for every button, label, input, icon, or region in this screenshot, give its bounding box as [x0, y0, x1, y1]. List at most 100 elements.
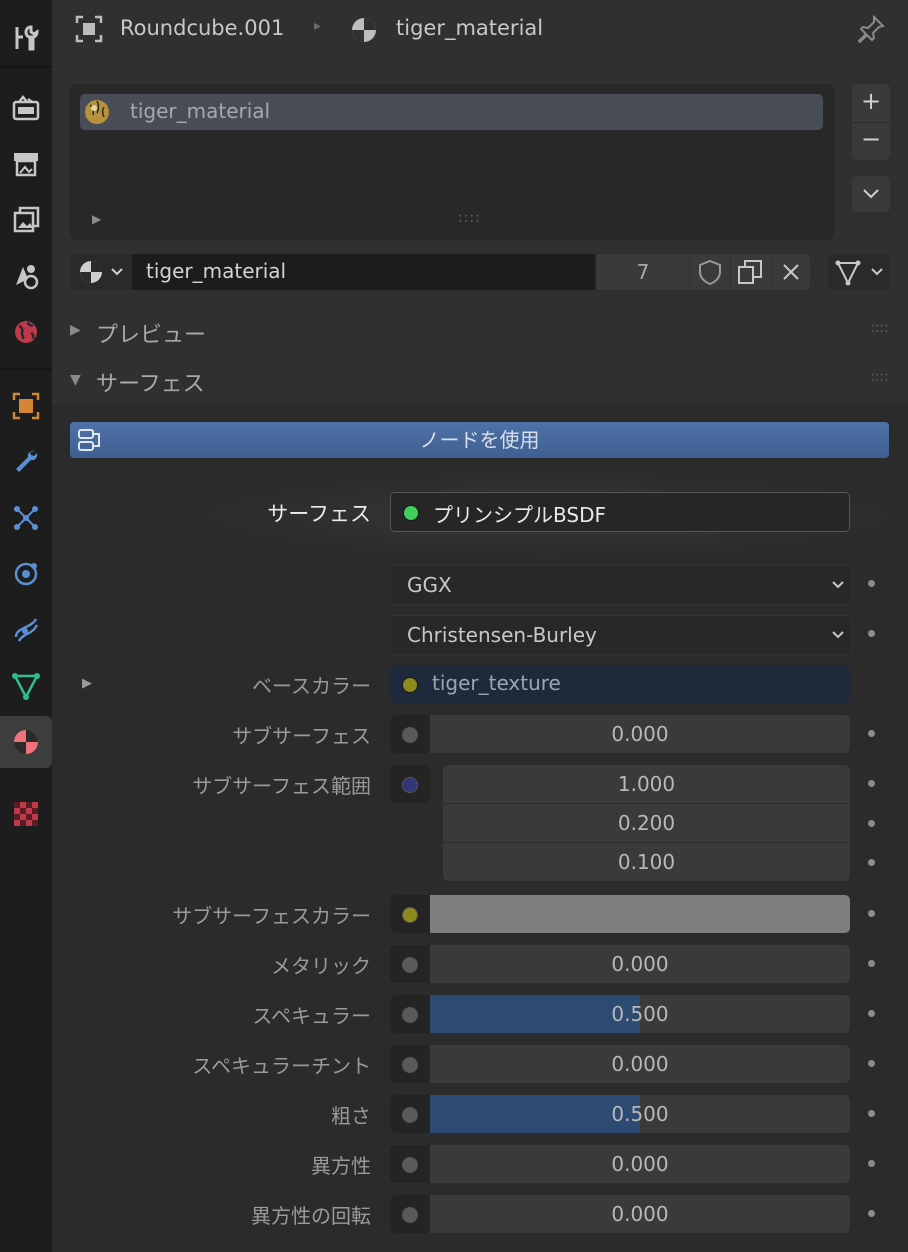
float-socket-icon — [402, 1107, 418, 1123]
object-icon — [12, 392, 40, 420]
preview-panel-title: プレビュー — [96, 323, 207, 348]
material-slot-label: tiger_material — [130, 99, 271, 123]
expand-arrow-icon[interactable]: ▶ — [92, 212, 101, 226]
material-slot-item[interactable]: tiger_material — [80, 94, 823, 130]
drag-grip-icon[interactable]: :::: — [870, 369, 889, 385]
chevron-down-icon — [111, 268, 123, 276]
keyframe-dot-icon[interactable] — [868, 1060, 875, 1067]
slot-add-remove-group: + − — [852, 84, 890, 160]
subsurface-radius-x[interactable]: 1.000 — [443, 765, 850, 803]
chevron-down-icon — [832, 581, 844, 589]
metallic-socket[interactable] — [390, 945, 430, 983]
chevron-down-icon — [832, 631, 844, 639]
keyframe-dot-icon[interactable] — [868, 780, 875, 787]
world-tab[interactable] — [0, 306, 52, 358]
keyframe-dot-icon[interactable] — [868, 820, 875, 827]
scene-icon — [16, 265, 39, 290]
browse-material-button[interactable] — [70, 254, 132, 290]
shield-icon — [699, 259, 721, 286]
keyframe-dot-icon[interactable] — [868, 630, 875, 637]
subsurface-field[interactable]: 0.000 — [430, 715, 850, 753]
surface-panel-header[interactable]: ▼ サーフェス :::: — [52, 360, 908, 402]
remove-slot-button[interactable]: − — [861, 122, 881, 160]
fake-user-button[interactable] — [690, 254, 730, 290]
output-tab[interactable] — [0, 138, 52, 190]
subsurface-method-dropdown[interactable]: Christensen-Burley — [390, 615, 852, 655]
physics-tab[interactable] — [0, 548, 52, 600]
subsurface-label: サブサーフェス — [232, 724, 371, 748]
subsurface-radius-z[interactable]: 0.100 — [443, 843, 850, 881]
user-count[interactable]: 7 — [597, 254, 689, 290]
view-layer-tab[interactable] — [0, 194, 52, 246]
use-nodes-button[interactable]: ノードを使用 — [70, 422, 889, 458]
expand-input-arrow-icon[interactable]: ▶ — [82, 676, 92, 691]
subsurface-radius-y[interactable]: 0.200 — [443, 804, 850, 842]
metallic-field[interactable]: 0.000 — [430, 945, 850, 983]
duplicate-material-button[interactable] — [731, 254, 771, 290]
specular-tint-socket[interactable] — [390, 1045, 430, 1083]
subsurface-radius-socket[interactable] — [390, 765, 430, 803]
color-socket-icon — [402, 907, 418, 923]
float-socket-icon — [402, 727, 418, 743]
subsurface-color-socket[interactable] — [390, 895, 430, 933]
keyframe-dot-icon[interactable] — [868, 910, 875, 917]
chevron-down-icon — [863, 189, 879, 199]
anisotropic-socket[interactable] — [390, 1145, 430, 1183]
unlink-material-button[interactable] — [772, 254, 810, 290]
keyframe-dot-icon[interactable] — [868, 859, 875, 866]
constraints-icon — [14, 618, 39, 642]
subsurface-color-swatch[interactable] — [430, 895, 850, 933]
tool-icon — [15, 25, 39, 51]
float-socket-icon — [402, 1157, 418, 1173]
render-tab[interactable] — [0, 82, 52, 134]
anisotropic-field[interactable]: 0.000 — [430, 1145, 850, 1183]
surface-label: サーフェス — [267, 502, 371, 526]
drag-grip-icon[interactable]: :::: — [870, 320, 889, 336]
keyframe-dot-icon[interactable] — [868, 1210, 875, 1217]
roughness-socket[interactable] — [390, 1095, 430, 1133]
material-name-field[interactable]: tiger_material — [132, 254, 595, 290]
scene-tab[interactable] — [0, 250, 52, 302]
keyframe-dot-icon[interactable] — [868, 1110, 875, 1117]
specular-tint-label: スペキュラーチント — [192, 1054, 371, 1078]
slot-specials-button[interactable] — [852, 176, 890, 212]
keyframe-dot-icon[interactable] — [868, 1010, 875, 1017]
keyframe-dot-icon[interactable] — [868, 580, 875, 587]
keyframe-dot-icon[interactable] — [868, 960, 875, 967]
specular-field[interactable]: 0.500 — [430, 995, 850, 1033]
close-icon — [783, 264, 799, 280]
keyframe-dot-icon[interactable] — [868, 730, 875, 737]
use-nodes-label: ノードを使用 — [419, 428, 540, 452]
keyframe-dot-icon[interactable] — [868, 1160, 875, 1167]
roughness-value: 0.500 — [611, 1102, 669, 1126]
material-preview-icon — [85, 100, 109, 124]
constraints-tab[interactable] — [0, 604, 52, 656]
texture-tab[interactable] — [0, 788, 52, 840]
base-color-link[interactable]: tiger_texture — [390, 665, 850, 703]
specular-tint-field[interactable]: 0.000 — [430, 1045, 850, 1083]
preview-panel-header[interactable]: ▶ プレビュー :::: — [52, 312, 908, 352]
add-slot-button[interactable]: + — [861, 84, 881, 122]
breadcrumb-material: tiger_material — [396, 16, 544, 40]
pin-icon[interactable] — [856, 14, 886, 44]
anisotropic-rotation-field[interactable]: 0.000 — [430, 1195, 850, 1233]
distribution-dropdown[interactable]: GGX — [390, 565, 852, 605]
float-socket-icon — [402, 1057, 418, 1073]
object-tab[interactable] — [0, 380, 52, 432]
subsurface-socket[interactable] — [390, 715, 430, 753]
slot-link-button[interactable] — [828, 254, 890, 290]
base-color-label: ベースカラー — [252, 674, 371, 698]
roughness-field[interactable]: 0.500 — [430, 1095, 850, 1133]
surface-shader-selector[interactable]: プリンシプルBSDF — [390, 492, 850, 532]
tool-tab[interactable] — [0, 12, 52, 64]
texture-icon — [14, 802, 38, 826]
anisotropic-rotation-value: 0.000 — [611, 1202, 669, 1226]
duplicate-icon — [738, 260, 762, 284]
float-socket-icon — [402, 957, 418, 973]
specular-socket[interactable] — [390, 995, 430, 1033]
resize-grip-icon[interactable]: :::: — [458, 210, 481, 226]
modifier-tab[interactable] — [0, 436, 52, 488]
data-tab[interactable] — [0, 660, 52, 712]
anisotropic-rotation-socket[interactable] — [390, 1195, 430, 1233]
material-tab[interactable] — [0, 716, 52, 768]
